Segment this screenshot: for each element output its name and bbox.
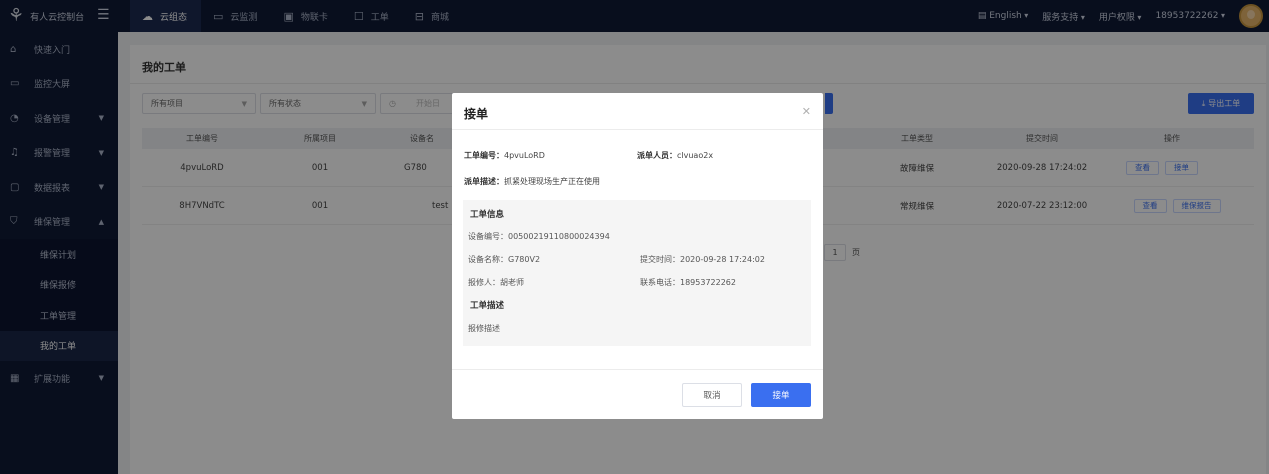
order-info-panel: 工单信息 设备编号：00500219110800024394 设备名称：G780… [463, 200, 811, 346]
dialog-title: 接单 [464, 107, 489, 121]
device-name: 设备名称：G780V2 [468, 255, 541, 264]
contact-phone: 联系电话：18953722262 [640, 278, 736, 287]
divider [452, 369, 823, 370]
close-icon[interactable]: ✕ [802, 105, 811, 118]
divider [452, 129, 823, 130]
dispatcher-field: 派单人员：clvuao2x [637, 151, 714, 160]
order-id-field: 工单编号：4pvuLoRD [464, 151, 545, 160]
accept-order-dialog: 接单 ✕ 工单编号：4pvuLoRD 派单人员：clvuao2x 派单描述：抓紧… [452, 93, 823, 419]
submit-time: 提交时间：2020-09-28 17:24:02 [640, 255, 765, 264]
accept-button[interactable]: 接单 [751, 383, 811, 407]
section-title: 工单描述 [470, 301, 505, 311]
dispatch-desc-field: 派单描述：抓紧处理现场生产正在使用 [464, 177, 600, 186]
reporter: 报修人：胡老师 [468, 278, 524, 287]
section-title: 工单信息 [470, 210, 505, 220]
cancel-button[interactable]: 取消 [682, 383, 742, 407]
order-description: 报修描述 [468, 324, 500, 333]
device-number: 设备编号：00500219110800024394 [468, 232, 610, 241]
